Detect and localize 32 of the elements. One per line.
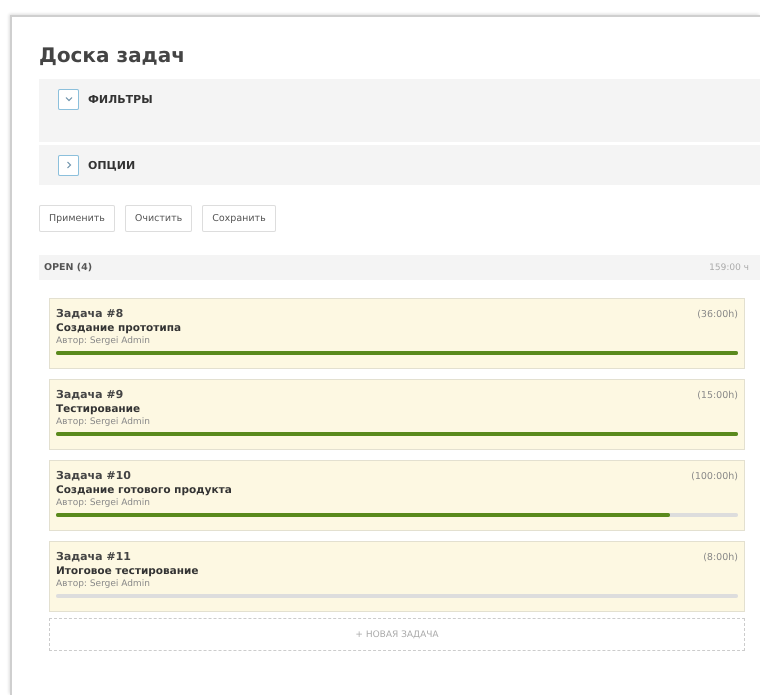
page-title: Доска задач bbox=[39, 43, 186, 67]
task-card[interactable]: Задача #8 (36:00h) Создание прототипа Автор: Sergei Admin bbox=[49, 298, 745, 369]
task-name: Тестирование bbox=[56, 403, 142, 415]
panel-title: ОПЦИИ bbox=[88, 158, 136, 172]
column-total: 159:00 ч bbox=[709, 262, 750, 272]
task-number: Задача #8 bbox=[56, 307, 124, 320]
action-button[interactable]: Сохранить bbox=[202, 205, 276, 232]
task-author: Автор: Sergei Admin bbox=[56, 417, 151, 427]
task-name: Создание прототипа bbox=[56, 322, 182, 334]
task-number: Задача #11 bbox=[56, 550, 131, 563]
action-button[interactable]: Применить bbox=[39, 205, 115, 232]
panel-title: ФИЛЬТРЫ bbox=[88, 92, 153, 106]
collapse-toggle[interactable] bbox=[58, 88, 79, 110]
task-hours: (8:00h) bbox=[703, 552, 738, 563]
task-name: Создание готового продукта bbox=[56, 484, 233, 496]
expand-toggle[interactable] bbox=[58, 154, 79, 176]
task-hours: (100:00h) bbox=[691, 471, 738, 482]
task-card[interactable]: Задача #10 (100:00h) Создание готового продукта Автор: Sergei Admin bbox=[49, 460, 745, 531]
task-name: Итоговое тестирование bbox=[56, 565, 200, 577]
task-number: Задача #10 bbox=[56, 469, 131, 482]
action-button[interactable]: Очистить bbox=[124, 205, 192, 232]
task-author: Автор: Sergei Admin bbox=[56, 336, 151, 346]
task-author: Автор: Sergei Admin bbox=[56, 579, 151, 589]
task-number: Задача #9 bbox=[56, 388, 124, 401]
task-card[interactable]: Задача #11 (8:00h) Итоговое тестирование Автор: Sergei Admin bbox=[49, 541, 745, 612]
column-title: OPEN (4) bbox=[44, 262, 92, 273]
task-card[interactable]: Задача #9 (15:00h) Тестирование Автор: Sergei Admin bbox=[49, 379, 745, 450]
chevron-right-icon bbox=[66, 161, 72, 169]
task-hours: (15:00h) bbox=[697, 390, 738, 401]
chevron-down-icon bbox=[64, 96, 72, 102]
task-author: Автор: Sergei Admin bbox=[56, 498, 151, 508]
task-hours: (36:00h) bbox=[697, 309, 738, 320]
